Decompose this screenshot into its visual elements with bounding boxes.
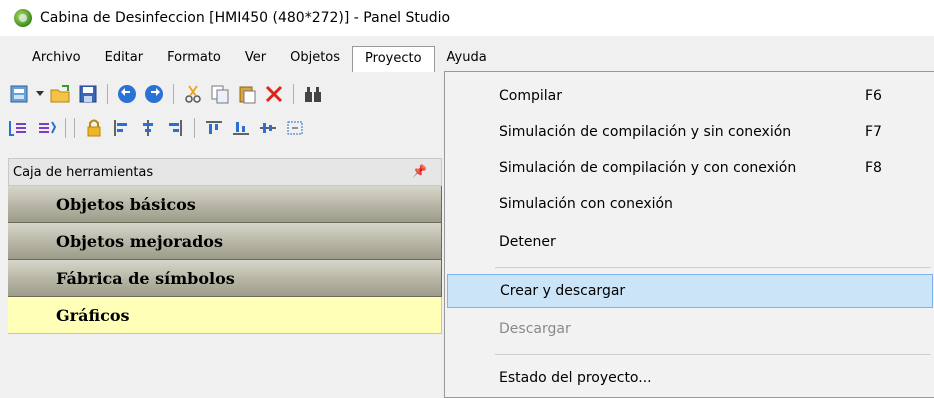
delete-icon[interactable] [263,83,285,105]
open-folder-icon[interactable] [50,83,72,105]
toolbar-separator [107,84,108,104]
undo-icon[interactable] [116,83,138,105]
menu-formato[interactable]: Formato [155,46,233,70]
menu-item-label: Simulación con conexión [499,196,673,212]
window-title: Cabina de Desinfeccion [HMI450 (480*272)… [40,10,451,26]
menu-item-descargar: Descargar [445,312,934,346]
menu-objetos[interactable]: Objetos [278,46,352,70]
menu-item-crear-descargar[interactable]: Crear y descargar [447,274,933,308]
layout-toolbar [8,114,306,142]
menu-item-compilar[interactable]: Compilar F6 [445,79,934,113]
menu-item-label: Estado del proyecto... [499,370,652,386]
title-bar: Cabina de Desinfeccion [HMI450 (480*272)… [0,0,934,36]
toolbox-title: Caja de herramientas [13,164,154,180]
dropdown-arrow-icon[interactable] [35,83,45,105]
menu-separator [495,267,931,268]
new-file-icon[interactable] [8,83,30,105]
proyecto-dropdown-menu: Compilar F6 Simulación de compilación y … [444,71,934,398]
paste-icon[interactable] [236,83,258,105]
app-logo-icon [14,9,32,27]
menu-item-label: Crear y descargar [500,283,626,299]
pin-icon[interactable]: 📌 [412,164,427,178]
menu-item-label: Detener [499,234,556,250]
menu-item-shortcut: F8 [865,160,882,176]
menu-ayuda[interactable]: Ayuda [435,46,499,70]
menu-editar[interactable]: Editar [93,46,156,70]
align-center-icon[interactable] [137,117,159,139]
copy-icon[interactable] [209,83,231,105]
lock-icon[interactable] [83,117,105,139]
menu-item-simulacion-conexion[interactable]: Simulación con conexión [445,187,934,221]
align-middle-icon[interactable] [257,117,279,139]
category-objetos-mejorados[interactable]: Objetos mejorados [8,223,442,260]
toolbox-panel: Caja de herramientas 📌 Objetos básicos O… [8,158,442,398]
menu-item-label: Compilar [499,88,562,104]
ungroup-icon[interactable] [35,117,57,139]
toolbar-separator [194,118,195,138]
toolbar-separator [293,84,294,104]
toolbar-separator [173,84,174,104]
standard-toolbar [8,80,324,108]
menu-archivo[interactable]: Archivo [20,46,93,70]
menu-item-detener[interactable]: Detener [445,225,934,259]
toolbar-separator [65,118,66,138]
menu-separator [495,354,931,355]
menu-item-label: Simulación de compilación y con conexión [499,160,797,176]
menu-item-simulacion-sin-conexion[interactable]: Simulación de compilación y sin conexión… [445,115,934,149]
toolbar-separator [74,118,75,138]
cut-icon[interactable] [182,83,204,105]
align-top-icon[interactable] [203,117,225,139]
redo-icon[interactable] [143,83,165,105]
menu-item-shortcut: F6 [865,88,882,104]
menu-item-shortcut: F7 [865,124,882,140]
menu-bar: Archivo Editar Formato Ver Objetos Proye… [0,46,934,72]
category-objetos-basicos[interactable]: Objetos básicos [8,186,442,223]
menu-ver[interactable]: Ver [233,46,278,70]
menu-item-simulacion-con-conexion[interactable]: Simulación de compilación y con conexión… [445,151,934,185]
menu-proyecto[interactable]: Proyecto [352,46,435,72]
same-size-icon[interactable] [284,117,306,139]
category-fabrica-simbolos[interactable]: Fábrica de símbolos [8,260,442,297]
align-left-icon[interactable] [110,117,132,139]
align-bottom-icon[interactable] [230,117,252,139]
menu-item-label: Descargar [499,321,571,337]
align-right-icon[interactable] [164,117,186,139]
save-icon[interactable] [77,83,99,105]
menu-item-estado-proyecto[interactable]: Estado del proyecto... [445,361,934,395]
category-graficos[interactable]: Gráficos [8,297,442,334]
menu-item-label: Simulación de compilación y sin conexión [499,124,792,140]
find-icon[interactable] [302,83,324,105]
group-icon[interactable] [8,117,30,139]
toolbox-header: Caja de herramientas 📌 [8,158,442,186]
